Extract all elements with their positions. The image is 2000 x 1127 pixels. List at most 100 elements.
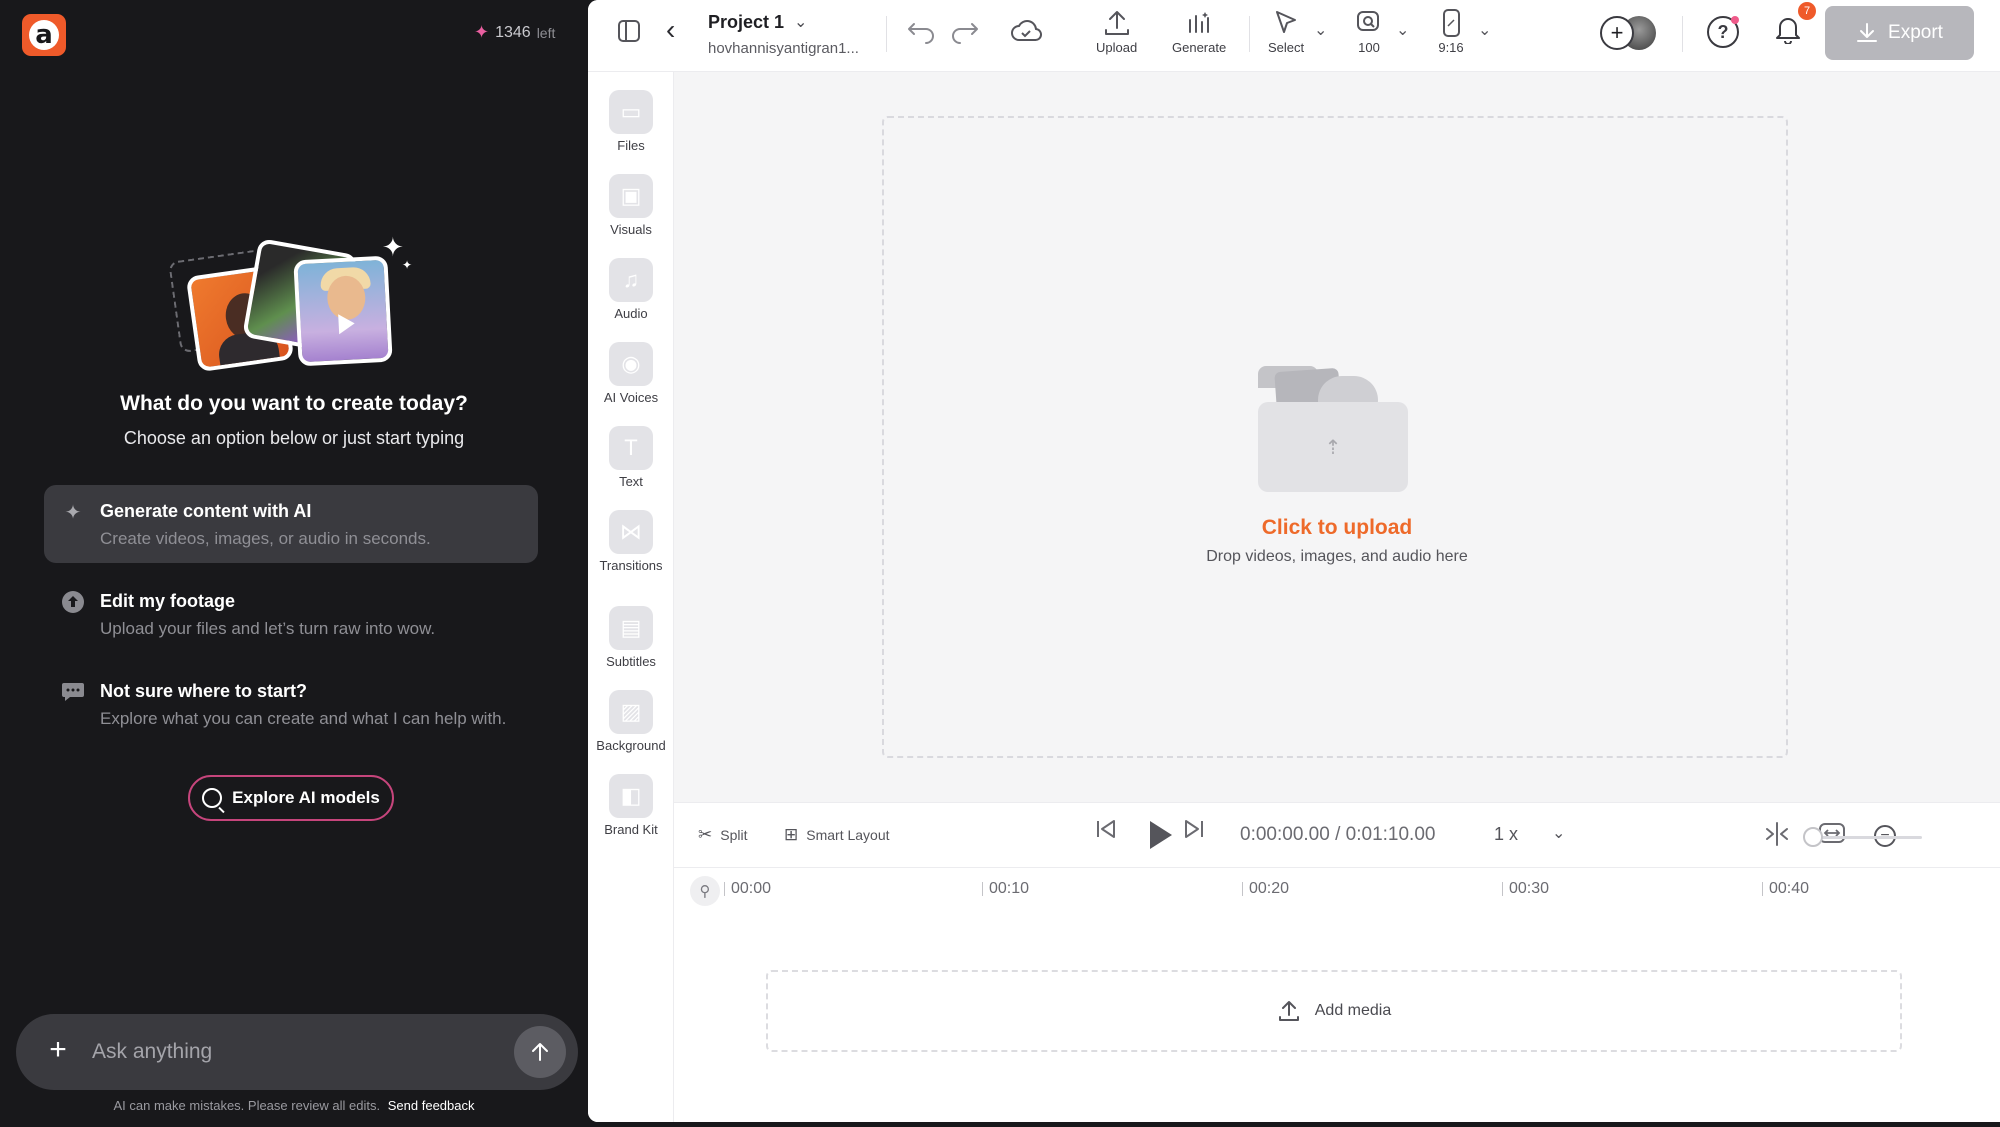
upload-button[interactable]: Upload (1096, 8, 1137, 55)
collaborators: + (1600, 16, 1660, 52)
rail-item-background[interactable]: ▨ Background (588, 690, 674, 753)
skip-forward-button[interactable] (1182, 817, 1206, 848)
app-logo[interactable]: a (22, 14, 66, 56)
chevron-down-icon[interactable]: ⌄ (1314, 20, 1327, 40)
help-button[interactable]: ? (1707, 16, 1739, 48)
zoom-slider-handle[interactable] (1803, 827, 1823, 847)
video-editor: ‹ Project 1 ⌄ hovhannisyantigran1... Upl… (588, 0, 2000, 1122)
logo-mark-icon: a (29, 20, 59, 50)
image-icon: ▣ (609, 174, 653, 218)
total-time: 0:01:10.00 (1345, 824, 1436, 845)
ai-assistant-panel: a ✦ 1346 left ✦ ✦ What do you want to cr… (0, 0, 588, 1127)
ask-input[interactable] (92, 1032, 492, 1072)
project-name[interactable]: Project 1 (708, 12, 784, 33)
option-edit-footage[interactable]: Edit my footage Upload your files and le… (44, 575, 538, 653)
ratio-label: 9:16 (1438, 40, 1464, 55)
rail-item-brand-kit[interactable]: ◧ Brand Kit (588, 774, 674, 837)
music-note-icon: ♫ (609, 258, 653, 302)
drop-hint: Drop videos, images, and audio here (1206, 548, 1468, 565)
playback-speed[interactable]: 1 x (1494, 824, 1518, 845)
sparkle-large-icon: ✦ (382, 232, 404, 262)
preview-canvas: ⇡ Click to upload Drop videos, images, a… (674, 72, 2000, 802)
skip-back-icon (1097, 820, 1115, 838)
timeline-ruler: ⚲ 00:00 00:10 00:20 00:30 00:40 (674, 868, 2000, 918)
split-button[interactable]: ✂ Split (698, 825, 747, 845)
rail-item-transitions[interactable]: ⋈ Transitions (588, 510, 674, 573)
marker-pin-icon[interactable]: ⚲ (690, 876, 720, 906)
ruler-tick: 00:30 (1502, 881, 1549, 897)
timeline-zoom-slider[interactable] (1808, 836, 1922, 839)
assistant-subheading: Choose an option below or just start typ… (123, 428, 465, 448)
select-tool-button[interactable]: Select (1268, 8, 1304, 55)
cloud-check-icon (1011, 20, 1042, 41)
upload-icon (1104, 11, 1129, 35)
send-button[interactable] (514, 1026, 566, 1078)
divider (886, 16, 887, 52)
option-title: Edit my footage (100, 591, 236, 611)
chevron-down-icon[interactable]: ⌄ (794, 12, 807, 32)
notification-badge: 7 (1798, 2, 1816, 20)
option-description: Upload your files and let’s turn raw int… (100, 619, 436, 638)
upload-dropzone[interactable]: ⇡ Click to upload Drop videos, images, a… (882, 116, 1788, 758)
ruler-tick: 00:40 (1762, 881, 1809, 897)
option-not-sure[interactable]: Not sure where to start? Explore what yo… (44, 665, 538, 743)
attach-plus-button[interactable]: + (42, 1034, 74, 1066)
project-owner: hovhannisyantigran1... (708, 40, 859, 57)
generate-button[interactable]: Generate (1172, 8, 1226, 55)
click-to-upload[interactable]: Click to upload (884, 516, 1790, 540)
option-generate-ai[interactable]: ✦ Generate content with AI Create videos… (44, 485, 538, 563)
ruler-tick: 00:10 (982, 881, 1029, 897)
skip-back-button[interactable] (1094, 817, 1118, 848)
explore-ai-models-button[interactable]: Explore AI models (188, 775, 394, 821)
skip-forward-icon (1185, 820, 1203, 838)
send-feedback-link[interactable]: Send feedback (388, 1098, 475, 1113)
rail-item-subtitles[interactable]: ▤ Subtitles (588, 606, 674, 669)
split-view-button[interactable] (1764, 821, 1790, 854)
subtitles-icon: ▤ (609, 606, 653, 650)
zoom-tool-button[interactable]: 100 (1354, 8, 1384, 55)
smart-layout-button[interactable]: ⊞ Smart Layout (784, 825, 890, 845)
rail-label: Brand Kit (604, 822, 658, 837)
chevron-down-icon[interactable]: ⌄ (1552, 823, 1565, 843)
play-button[interactable] (1150, 821, 1172, 849)
upload-icon (1278, 1001, 1299, 1021)
hero-illustration: ✦ ✦ (168, 232, 420, 373)
folder-media-icon: ⇡ (1258, 366, 1408, 492)
waveform-icon: ◉ (609, 342, 653, 386)
rail-item-ai-voices[interactable]: ◉ AI Voices (588, 342, 674, 405)
export-button[interactable]: Export (1825, 6, 1974, 60)
credits-counter[interactable]: ✦ 1346 left (474, 22, 555, 43)
back-chevron-icon[interactable]: ‹ (666, 14, 675, 46)
cloud-save-button[interactable] (1010, 18, 1042, 44)
undo-button[interactable] (906, 18, 936, 44)
rail-item-visuals[interactable]: ▣ Visuals (588, 174, 674, 237)
smart-layout-label: Smart Layout (806, 827, 890, 843)
rail-item-files[interactable]: ▭ Files (588, 90, 674, 153)
bowtie-icon: ⋈ (609, 510, 653, 554)
redo-button[interactable] (950, 18, 980, 44)
play-icon (338, 313, 356, 335)
search-ai-icon (202, 788, 223, 808)
export-label: Export (1888, 22, 1943, 43)
rail-item-text[interactable]: T Text (588, 426, 674, 489)
chevron-down-icon[interactable]: ⌄ (1396, 20, 1409, 40)
add-media-button[interactable]: Add media (766, 970, 1902, 1052)
generate-label: Generate (1172, 40, 1227, 55)
zoom-icon (1357, 11, 1379, 31)
credits-count: 1346 (495, 23, 531, 41)
download-icon (1857, 23, 1878, 42)
aspect-ratio-button[interactable]: 9:16 (1436, 8, 1466, 55)
chevron-down-icon[interactable]: ⌄ (1478, 20, 1491, 40)
generate-bars-icon (1189, 12, 1210, 33)
panel-toggle-icon[interactable] (618, 20, 640, 42)
option-title: Not sure where to start? (100, 681, 308, 701)
invite-collaborator-button[interactable]: + (1600, 16, 1634, 50)
divider (1682, 16, 1683, 52)
cursor-icon (1276, 11, 1297, 33)
timeline-tracks: Add media (674, 918, 2000, 1122)
rail-item-audio[interactable]: ♫ Audio (588, 258, 674, 321)
sparkle-small-icon: ✦ (402, 258, 413, 272)
notifications-button[interactable] (1774, 14, 1802, 51)
assistant-heading: What do you want to create today? (120, 392, 468, 415)
phone-ratio-icon (1443, 9, 1460, 37)
